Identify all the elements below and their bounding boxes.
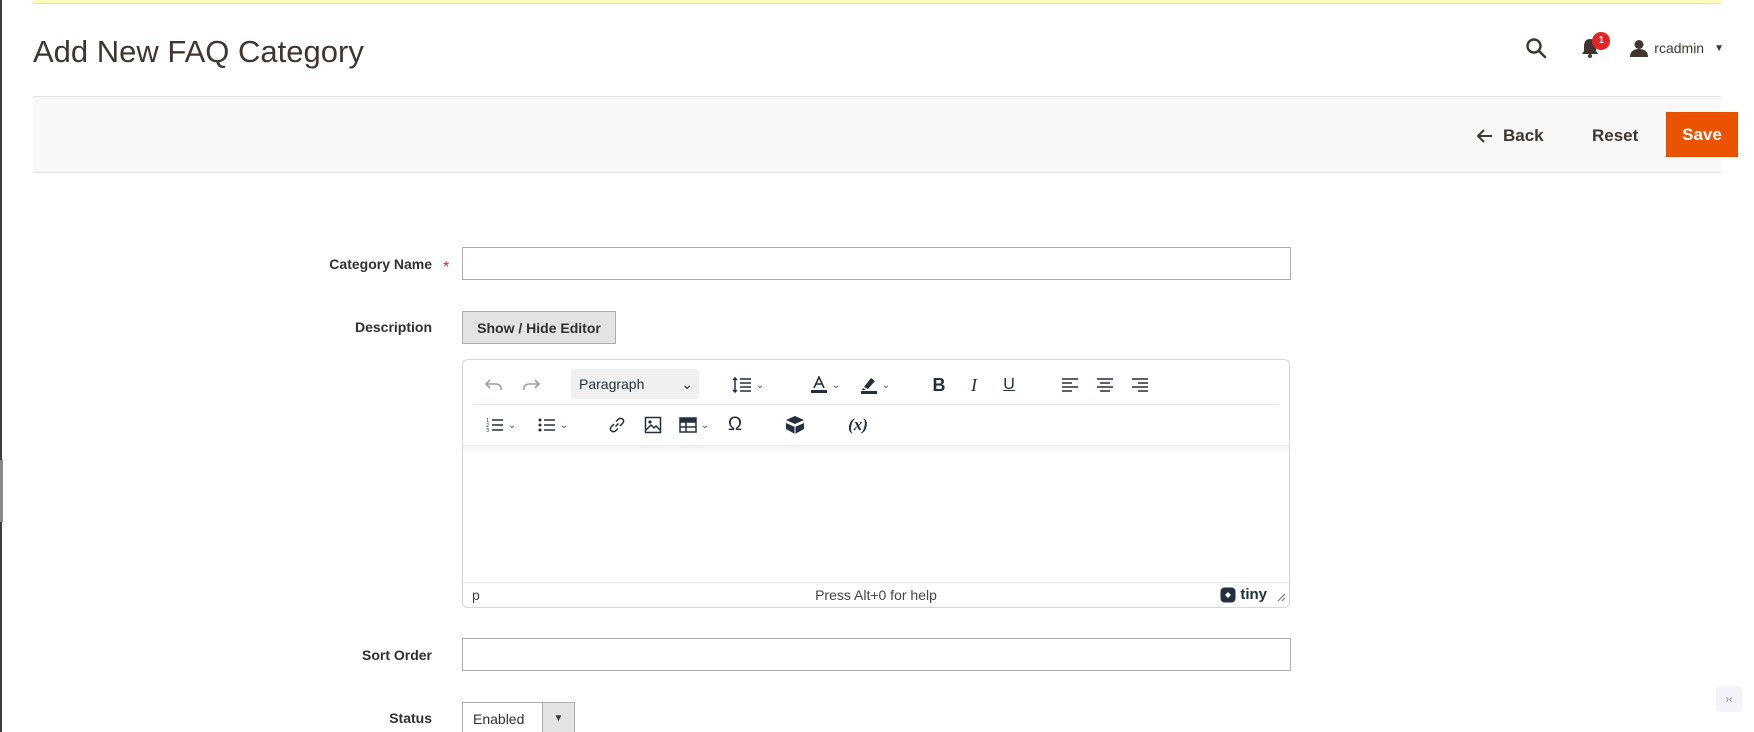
status-selected-value: Enabled [473,710,525,727]
insert-variable-icon[interactable]: (x) [841,409,875,441]
redo-icon[interactable] [517,369,545,401]
highlight-color-icon[interactable]: ⌄ [853,369,897,401]
align-left-icon[interactable] [1056,369,1084,401]
select-arrow-icon: ▼ [542,703,574,732]
page-actions-bar: Back Reset Save [33,96,1738,173]
editor-toolbar-row-1: Paragraph ⌄ ⌄ ⌄ ⌄ B I U [463,366,1289,404]
undo-icon[interactable] [480,369,508,401]
align-right-icon[interactable] [1126,369,1154,401]
page-title: Add New FAQ Category [33,34,364,69]
svg-text:3: 3 [486,428,489,433]
back-button-label: Back [1503,126,1544,145]
description-label: Description [354,319,432,335]
status-select[interactable]: Enabled ▼ [462,702,575,732]
element-path[interactable]: p [472,587,480,603]
toolbar-divider [473,404,1279,405]
editor-help-text: Press Alt+0 for help [815,587,937,603]
user-account-menu[interactable]: rcadmin ▼ [1630,39,1724,57]
tiny-brand-link[interactable]: tiny [1220,586,1267,603]
reset-button[interactable]: Reset [1592,121,1638,151]
sort-order-label: Sort Order [361,647,432,663]
text-color-icon[interactable]: ⌄ [803,369,847,401]
editor-content-area[interactable] [463,452,1289,582]
header-actions: 1 rcadmin ▼ [1518,30,1724,66]
notification-count-badge: 1 [1592,32,1611,50]
notifications-bell-icon[interactable]: 1 [1572,30,1611,66]
category-name-input[interactable] [462,247,1291,280]
user-name: rcadmin [1654,40,1705,56]
side-tab-handle[interactable] [0,460,3,522]
sort-order-input[interactable] [462,638,1291,671]
tiny-logo-icon [1220,587,1236,602]
editor-toolbar-row-2: 123 ⌄ ⌄ ⌄ Ω (x) [463,406,1289,444]
system-message-strip [33,0,1721,4]
required-marker: * [443,259,450,276]
bullet-list-icon[interactable]: ⌄ [531,409,575,441]
italic-icon[interactable]: I [960,369,988,401]
underline-icon[interactable]: U [995,369,1023,401]
show-hide-editor-button[interactable]: Show / Hide Editor [462,311,616,344]
widget-insert-icon[interactable] [781,409,809,441]
table-icon[interactable]: ⌄ [673,409,715,441]
window-left-edge [0,0,2,732]
special-character-icon[interactable]: Ω [721,409,749,441]
link-icon[interactable] [603,409,631,441]
back-button[interactable]: Back [1477,121,1544,151]
floating-assistant-icon[interactable]: ›‹ [1716,686,1742,712]
user-avatar-icon [1630,40,1649,57]
status-label: Status [389,710,432,726]
resize-handle-icon[interactable] [1276,589,1286,605]
editor-statusbar: Press Alt+0 for help p tiny [463,582,1289,607]
arrow-left-icon [1477,129,1492,143]
chevron-down-icon: ⌄ [681,375,693,392]
image-icon[interactable] [639,409,667,441]
save-button[interactable]: Save [1666,112,1738,157]
align-center-icon[interactable] [1091,369,1119,401]
caret-down-icon: ▼ [1714,42,1724,54]
line-height-icon[interactable]: ⌄ [727,369,769,401]
block-format-select[interactable]: Paragraph ⌄ [571,369,699,399]
search-icon[interactable] [1518,30,1554,66]
bold-icon[interactable]: B [925,369,953,401]
wysiwyg-editor: Paragraph ⌄ ⌄ ⌄ ⌄ B I U 123 ⌄ ⌄ ⌄ Ω (x) … [462,359,1290,608]
category-name-label: Category Name [329,256,432,272]
block-format-value: Paragraph [579,376,645,392]
numbered-list-icon[interactable]: 123 ⌄ [479,409,523,441]
